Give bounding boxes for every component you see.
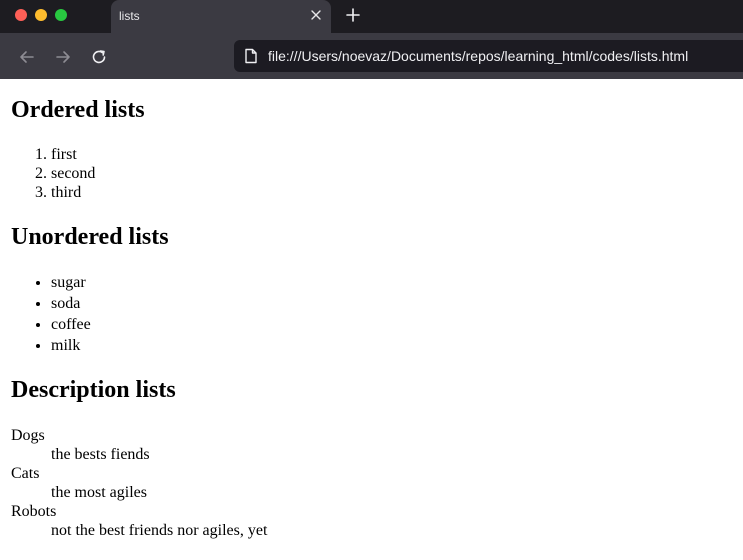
- description-term: Dogs: [11, 427, 45, 444]
- ordered-lists-heading: Ordered lists: [11, 97, 145, 123]
- description-lists-heading: Description lists: [11, 377, 176, 403]
- description-detail: the most agiles: [51, 484, 147, 501]
- tab-lists[interactable]: lists: [111, 0, 331, 33]
- list-item: coffee: [51, 315, 91, 336]
- description-term: Robots: [11, 503, 57, 520]
- toolbar: file:///Users/noevaz/Documents/repos/lea…: [0, 33, 743, 79]
- page-content: Ordered lists first second third Unorder…: [0, 79, 743, 560]
- description-detail: not the best friends nor agiles, yet: [51, 522, 268, 539]
- list-item: second: [51, 164, 95, 183]
- arrow-left-icon[interactable]: [18, 48, 36, 66]
- tab-title: lists: [119, 9, 140, 23]
- list-item: first: [51, 145, 95, 164]
- tab-strip: lists: [0, 0, 743, 33]
- window-close-button[interactable]: [15, 9, 27, 21]
- browser-window: lists file:///Users/noevaz/Documents/rep…: [0, 0, 743, 560]
- ordered-list: first second third: [0, 145, 95, 202]
- window-maximize-button[interactable]: [55, 9, 67, 21]
- address-bar[interactable]: file:///Users/noevaz/Documents/repos/lea…: [234, 40, 743, 72]
- description-term: Cats: [11, 465, 40, 482]
- plus-icon[interactable]: [345, 7, 361, 23]
- file-icon: [245, 48, 257, 64]
- list-item: soda: [51, 294, 91, 315]
- url-text[interactable]: file:///Users/noevaz/Documents/repos/lea…: [268, 48, 688, 64]
- reload-icon[interactable]: [90, 48, 108, 66]
- unordered-lists-heading: Unordered lists: [11, 224, 169, 250]
- window-minimize-button[interactable]: [35, 9, 47, 21]
- close-icon[interactable]: [309, 8, 323, 22]
- list-item: third: [51, 183, 95, 202]
- description-list: Dogs the bests fiends Cats the most agil…: [0, 426, 267, 540]
- list-item: milk: [51, 336, 91, 357]
- unordered-list: sugar soda coffee milk: [0, 273, 91, 357]
- description-detail: the bests fiends: [51, 446, 150, 463]
- arrow-right-icon[interactable]: [54, 48, 72, 66]
- list-item: sugar: [51, 273, 91, 294]
